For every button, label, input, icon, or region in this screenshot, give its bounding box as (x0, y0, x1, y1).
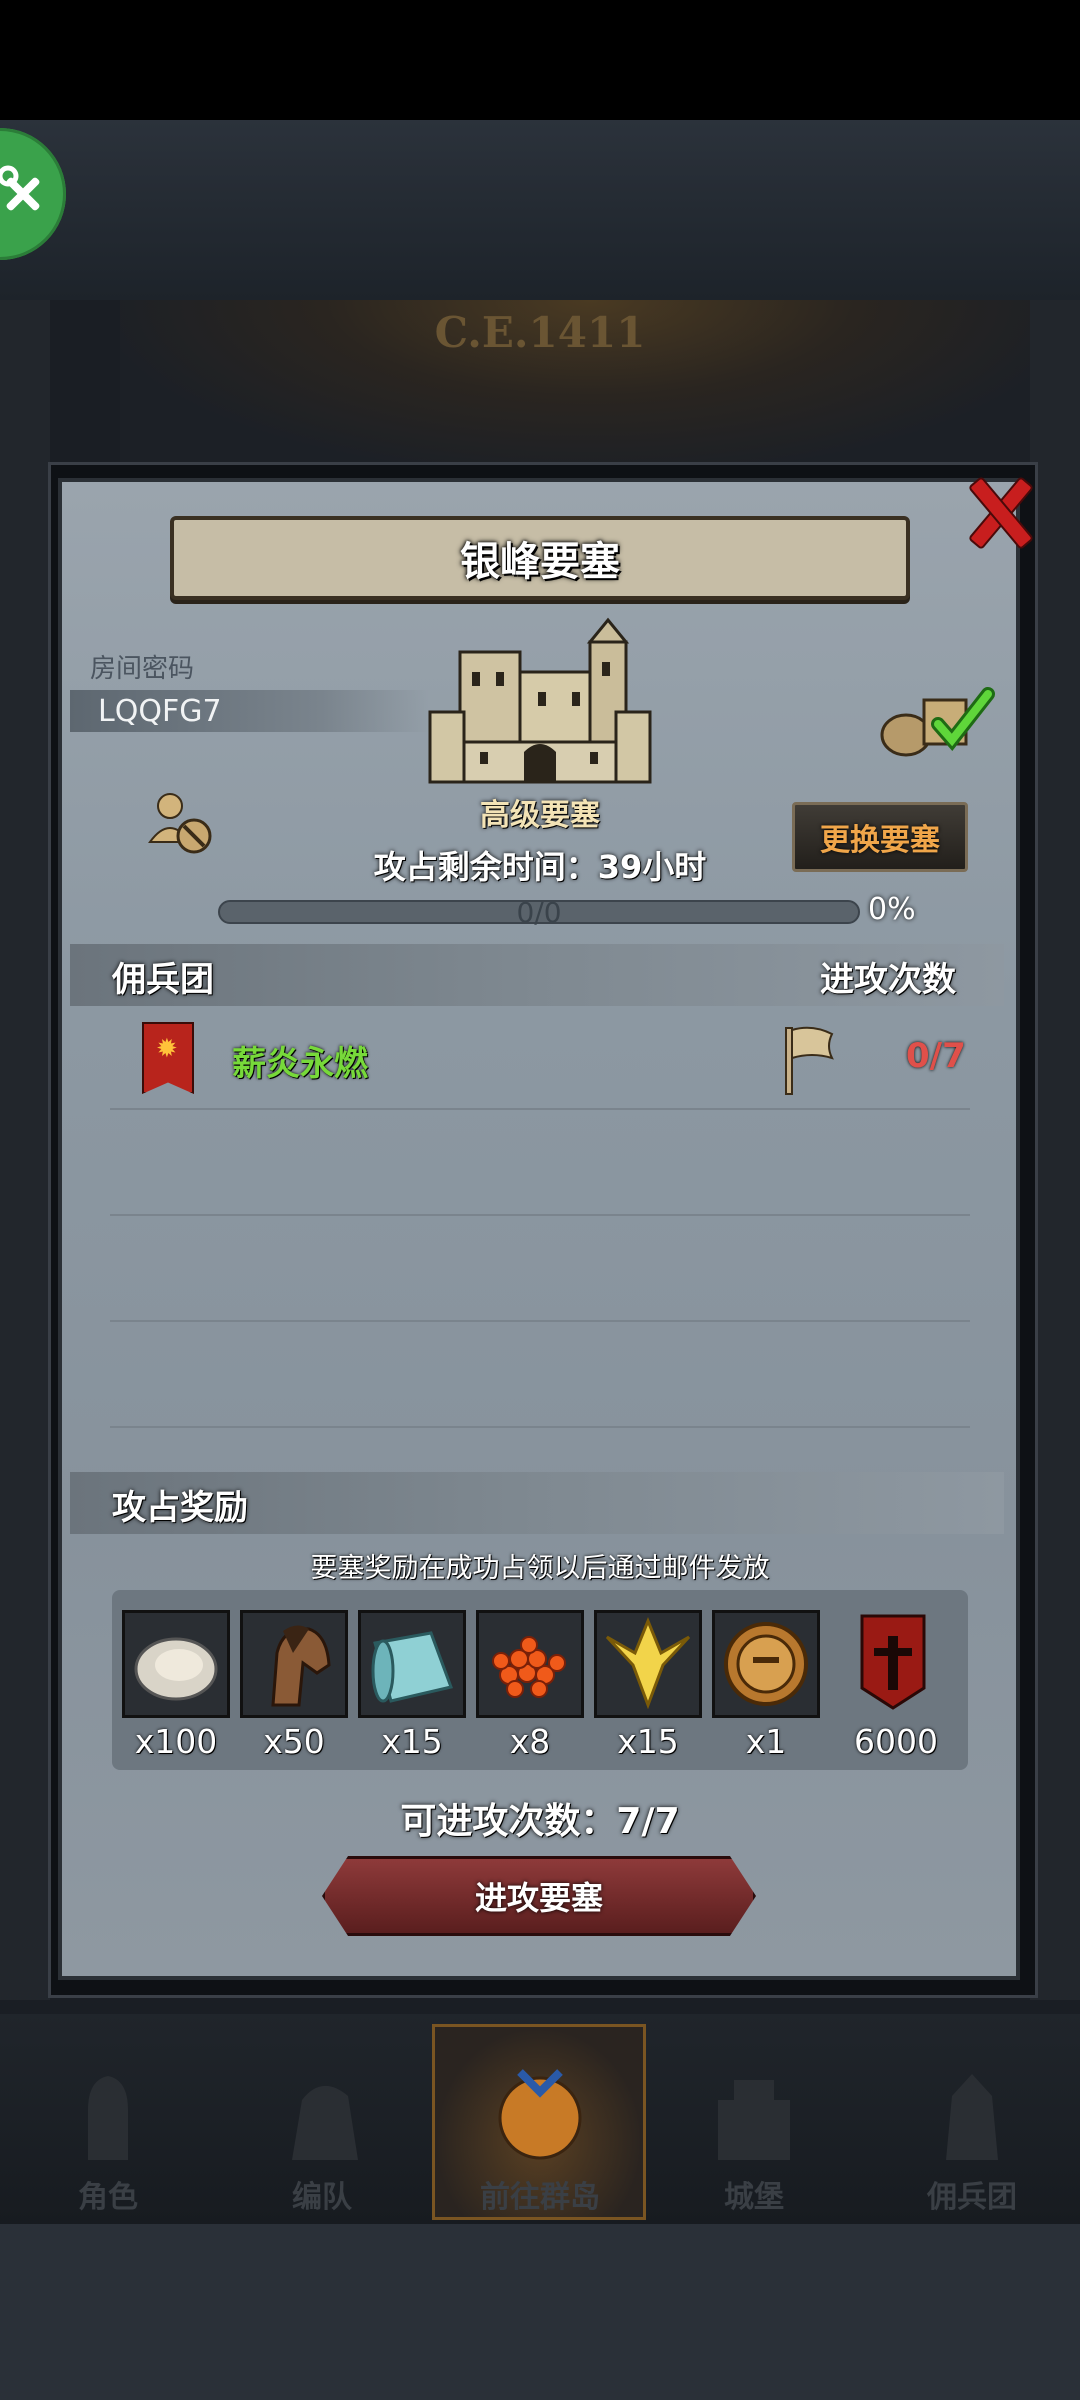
nav-tab-castle[interactable]: 城堡 (654, 2060, 854, 2220)
reward-qty: x100 (134, 1722, 218, 1761)
knight-medal-icon (724, 1622, 808, 1706)
nav-tab-character[interactable]: 角色 (8, 2060, 208, 2220)
caviar-icon (492, 1636, 566, 1698)
room-code-label: 房间密码 (90, 654, 195, 684)
reward-qty: x15 (617, 1722, 679, 1761)
reward-item[interactable]: x15 (358, 1610, 466, 1761)
nav-label: 佣兵团 (927, 2180, 1017, 2215)
row-divider (110, 1108, 970, 1110)
close-icon[interactable] (958, 468, 1034, 548)
flag-icon (785, 1026, 834, 1095)
reward-qty: x8 (509, 1722, 551, 1761)
top-hud (0, 120, 1080, 300)
bottom-area (0, 2224, 1080, 2400)
progress-text: 0/0 (516, 896, 562, 929)
attack-fortress-button[interactable]: 进攻要塞 (322, 1856, 756, 1936)
mercenary-icon (946, 2074, 998, 2160)
wrench-icon (0, 165, 40, 211)
fortress-title: 银峰要塞 (460, 539, 620, 585)
nav-label: 城堡 (724, 2180, 784, 2215)
oyster-icon (134, 1637, 218, 1701)
change-fortress-label: 更换要塞 (820, 823, 940, 858)
reward-item[interactable]: x15 (594, 1610, 702, 1761)
progress-percent: 0% (868, 892, 916, 927)
dialog-title-banner: 银峰要塞 (170, 516, 910, 600)
knight-icon (88, 2076, 128, 2160)
reward-note: 要塞奖励在成功占领以后通过邮件发放 (310, 1553, 770, 1584)
golden-crest-icon (605, 1617, 691, 1710)
guild-banner-icon (860, 1614, 926, 1710)
globe-icon (498, 2069, 582, 2160)
castle-icon (718, 2080, 790, 2160)
status-bar (0, 0, 1080, 120)
reward-item[interactable]: x1 (712, 1610, 820, 1761)
side-panel-left (0, 300, 50, 2000)
reward-item[interactable]: x100 (122, 1610, 230, 1761)
nav-tab-islands[interactable]: 前往群岛 (440, 2060, 640, 2220)
castle-tier-label: 高级要塞 (480, 798, 600, 833)
reward-item[interactable]: 6000 (842, 1610, 950, 1761)
member-blocked-icon[interactable] (146, 788, 216, 858)
cloth-roll-icon (371, 1631, 453, 1703)
row-divider (110, 1426, 970, 1428)
change-fortress-button[interactable]: 更换要塞 (792, 802, 968, 872)
formation-icon (292, 2085, 358, 2160)
row-divider (110, 1214, 970, 1216)
attack-fortress-label: 进攻要塞 (474, 1879, 603, 1917)
guild-attack-count: 0/7 (906, 1036, 966, 1076)
row-divider (110, 1320, 970, 1322)
guild-row[interactable]: ✹ 薪炎永燃 0/7 (70, 1012, 1004, 1108)
horse-icon (271, 1625, 331, 1707)
reward-qty: x15 (381, 1722, 443, 1761)
reward-section-title: 攻占奖励 (112, 1488, 248, 1528)
time-remaining: 攻占剩余时间：39小时 (373, 848, 707, 886)
guild-flame-banner-icon: ✹ (142, 1022, 194, 1094)
guild-name: 薪炎永燃 (232, 1044, 368, 1084)
reward-item[interactable]: x8 (476, 1610, 584, 1761)
era-label: C.E.1411 (434, 308, 646, 357)
supply-check-icon[interactable] (876, 680, 996, 760)
guild-section-title: 佣兵团 (112, 960, 214, 1000)
nav-label: 角色 (78, 2180, 138, 2215)
attacks-remaining: 可进攻次数：7/7 (400, 1801, 680, 1842)
nav-label: 前往群岛 (480, 2180, 600, 2215)
nav-tab-formation[interactable]: 编队 (222, 2060, 422, 2220)
nav-label: 编队 (292, 2180, 352, 2215)
capture-progress-bar: 0/0 (218, 896, 860, 929)
attacks-column-header: 进攻次数 (820, 960, 956, 1000)
room-code[interactable]: LQQFG7 (98, 694, 222, 729)
reward-item[interactable]: x50 (240, 1610, 348, 1761)
reward-qty: 6000 (854, 1722, 938, 1761)
nav-tab-mercenary[interactable]: 佣兵团 (872, 2060, 1072, 2220)
reward-qty: x50 (263, 1722, 325, 1761)
castle-icon (428, 617, 652, 784)
reward-qty: x1 (745, 1722, 787, 1761)
